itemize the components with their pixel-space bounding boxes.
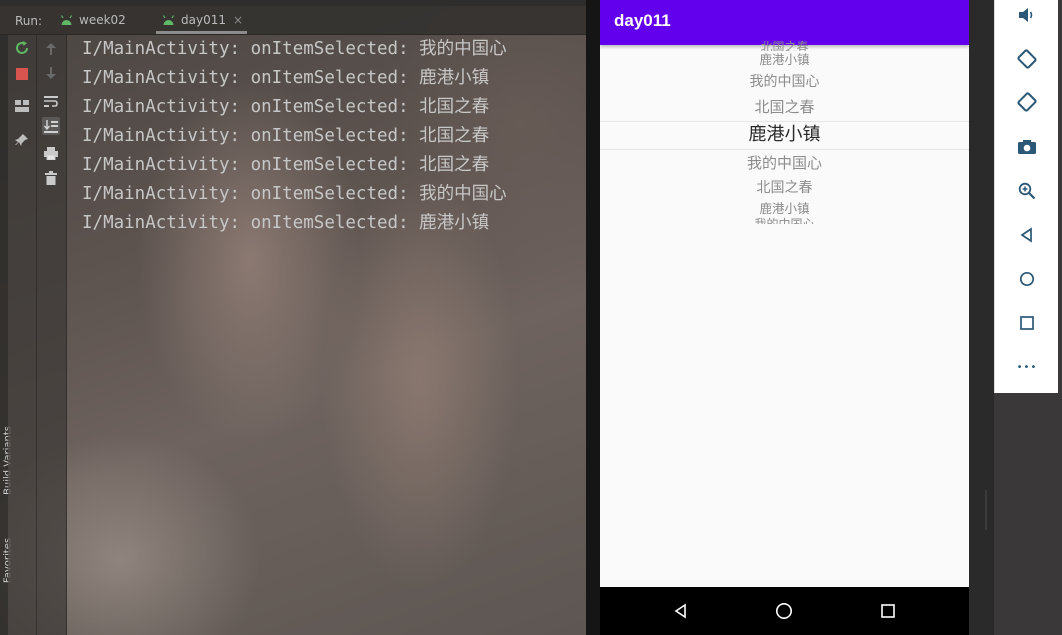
emulator-side [969, 0, 994, 635]
rerun-icon[interactable] [13, 39, 31, 57]
back-icon[interactable] [669, 599, 693, 623]
volume-icon[interactable] [1015, 3, 1039, 27]
tab-label: week02 [79, 13, 126, 27]
zoom-icon[interactable] [1015, 179, 1039, 203]
layout-icon[interactable] [13, 97, 31, 115]
picker-item[interactable]: 我的中国心 [600, 216, 969, 224]
picker-item[interactable]: 北国之春 [600, 39, 969, 51]
run-panel: Run: week02 day011 × Build Variants Favo… [0, 0, 586, 635]
android-icon [162, 14, 175, 25]
emulator-bezel [586, 0, 600, 635]
console-toolbar [37, 35, 67, 635]
up-arrow-icon[interactable] [42, 40, 60, 58]
more-icon[interactable]: ••• [1015, 355, 1039, 379]
tab-week02[interactable]: week02 [60, 6, 126, 34]
device-screen: day011 北国之春 鹿港小镇 我的中国心 北国之春 鹿港小镇 我的中国心 北… [600, 0, 969, 587]
log-line: I/MainActivity: onItemSelected: 北国之春 [82, 155, 490, 175]
log-line: I/MainActivity: onItemSelected: 我的中国心 [82, 39, 507, 59]
tab-day011[interactable]: day011 × [155, 6, 248, 34]
picker-item[interactable]: 我的中国心 [600, 153, 969, 173]
log-line: I/MainActivity: onItemSelected: 鹿港小镇 [82, 213, 490, 233]
android-icon [60, 14, 73, 25]
picker-item[interactable]: 鹿港小镇 [600, 52, 969, 67]
tool-window-edge: Build Variants Favorites [0, 35, 14, 635]
picker-selected-item[interactable]: 鹿港小镇 [600, 123, 969, 147]
log-line: I/MainActivity: onItemSelected: 我的中国心 [82, 184, 507, 204]
pin-icon[interactable] [13, 131, 31, 149]
rotate-left-icon[interactable] [1015, 47, 1039, 71]
log-line: I/MainActivity: onItemSelected: 北国之春 [82, 126, 490, 146]
tab-label: day011 [181, 13, 226, 27]
overview-icon[interactable] [1015, 311, 1039, 335]
android-nav-bar [600, 587, 969, 635]
toolbar-background [994, 393, 1062, 635]
picker-divider [600, 149, 969, 150]
picker-item[interactable]: 北国之春 [600, 178, 969, 198]
back-icon[interactable] [1015, 223, 1039, 247]
emulator-notch [985, 490, 987, 530]
down-arrow-icon[interactable] [42, 64, 60, 82]
recents-icon[interactable] [876, 599, 900, 623]
camera-icon[interactable] [1015, 135, 1039, 159]
close-icon[interactable]: × [233, 13, 243, 27]
console-output: I/MainActivity: onItemSelected: 我的中国心 I/… [82, 35, 582, 238]
run-toolbar [8, 35, 37, 635]
log-line: I/MainActivity: onItemSelected: 鹿港小镇 [82, 68, 490, 88]
home-icon[interactable] [772, 599, 796, 623]
soft-wrap-icon[interactable] [42, 92, 60, 110]
toolbar-edge [1058, 0, 1062, 393]
stop-icon[interactable] [13, 65, 31, 83]
log-line: I/MainActivity: onItemSelected: 北国之春 [82, 97, 490, 117]
print-icon[interactable] [42, 144, 60, 162]
scroll-to-end-icon[interactable] [42, 117, 60, 135]
picker-divider [600, 121, 969, 122]
wheel-picker[interactable]: 北国之春 鹿港小镇 我的中国心 北国之春 鹿港小镇 我的中国心 北国之春 鹿港小… [600, 40, 969, 225]
emulator-toolbar: ••• [994, 0, 1060, 394]
rotate-right-icon[interactable] [1015, 90, 1039, 114]
trash-icon[interactable] [42, 169, 60, 187]
app-title: day011 [614, 11, 671, 30]
home-icon[interactable] [1015, 267, 1039, 291]
run-label: Run: [15, 14, 43, 28]
picker-item[interactable]: 鹿港小镇 [600, 201, 969, 216]
picker-item[interactable]: 我的中国心 [600, 72, 969, 92]
picker-item[interactable]: 北国之春 [600, 97, 969, 117]
run-tab-bar: Run: week02 day011 × [0, 6, 586, 35]
